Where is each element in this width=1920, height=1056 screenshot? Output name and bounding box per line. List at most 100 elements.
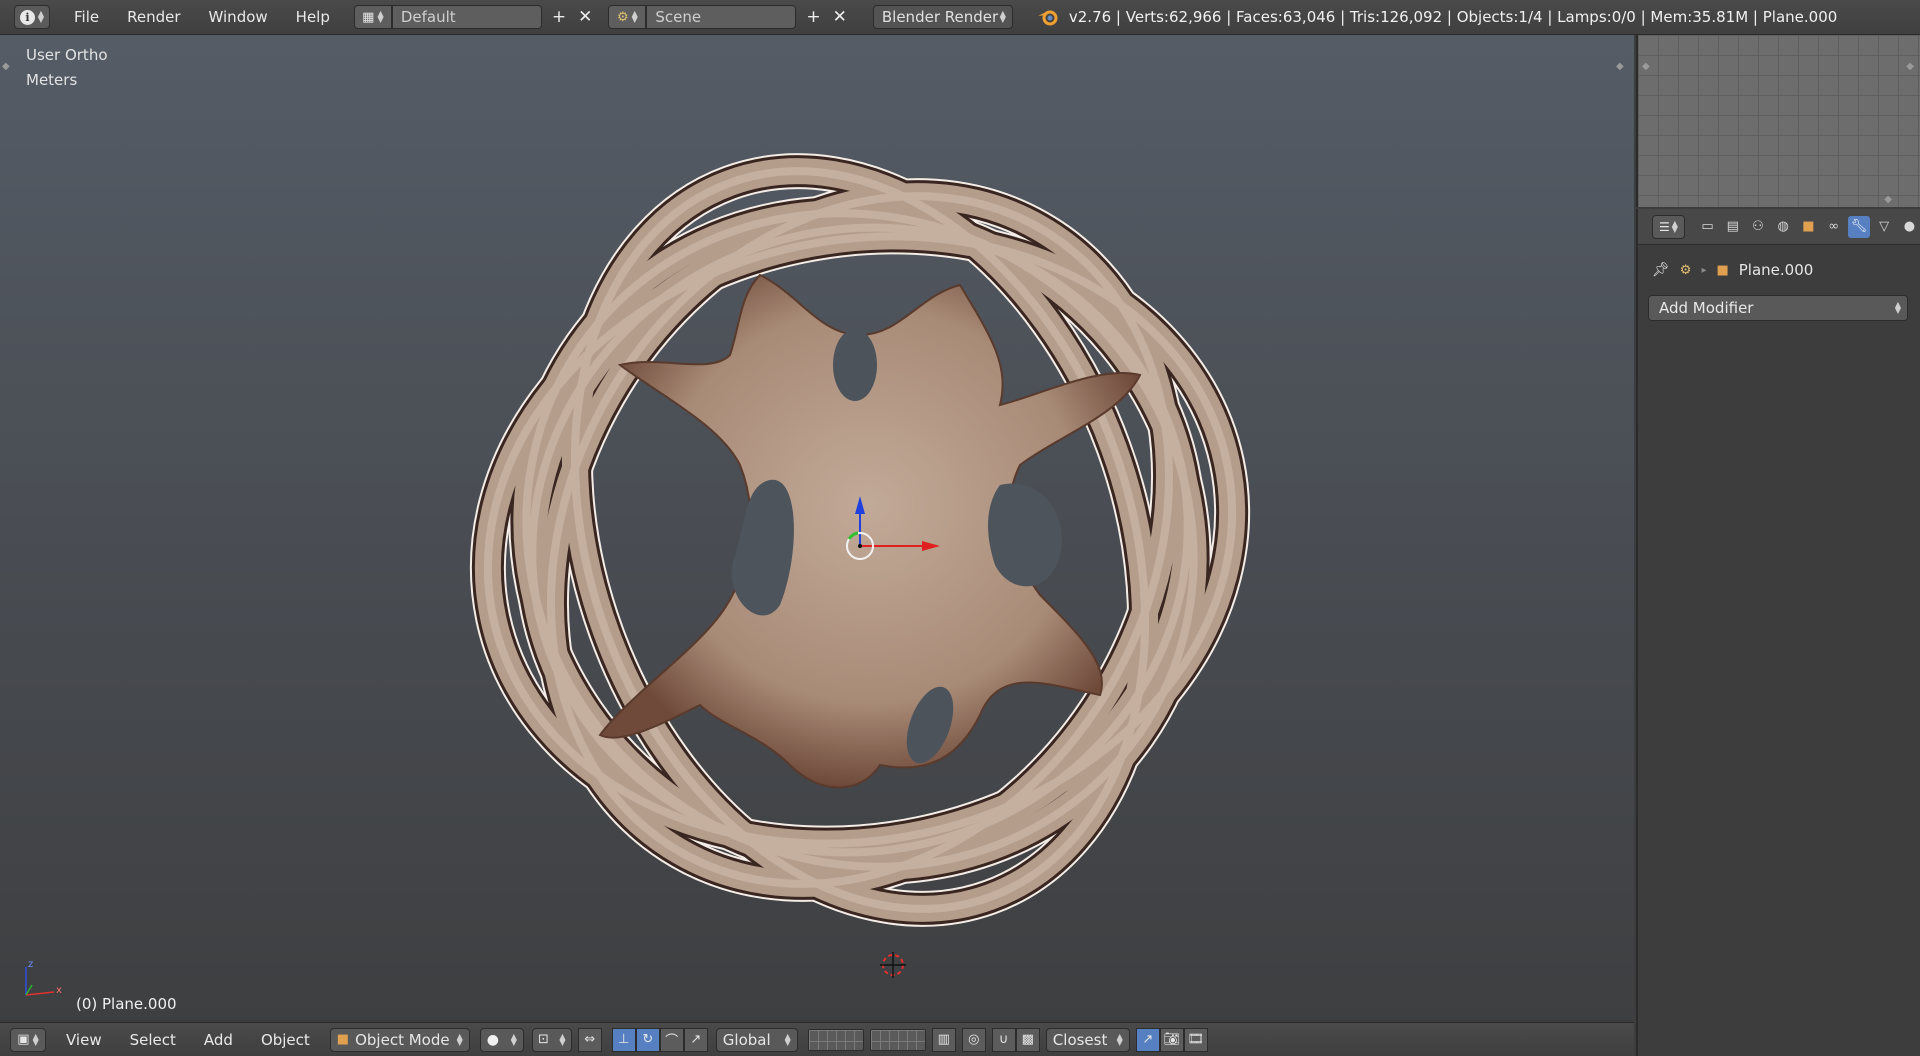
3d-cursor-icon[interactable]	[880, 952, 906, 978]
remove-scene-button[interactable]: ✕	[827, 7, 853, 27]
updown-arrows-icon: ▲ ▼	[377, 9, 384, 24]
render-buttons-group: ↗ 📷︎ 🎞︎	[1135, 1027, 1208, 1052]
active-object-label: (0) Plane.000	[76, 995, 177, 1013]
mode-dropdown[interactable]: ■ Object Mode ▲ ▼	[329, 1027, 470, 1052]
menu-help[interactable]: Help	[282, 8, 344, 26]
info-header: i ▲ ▼ File Render Window Help ▦ ▲ ▼ Defaul…	[0, 0, 1920, 35]
updown-arrows-icon: ▲ ▼	[1671, 218, 1678, 234]
area-split-icon[interactable]: ◆	[1642, 61, 1650, 72]
layers-grid[interactable]	[807, 1028, 864, 1051]
timeline-area[interactable]: ◆ ◆ ◆	[1636, 35, 1920, 207]
solid-shading-icon: ●	[486, 1031, 499, 1048]
properties-icon: ☰	[1658, 219, 1670, 234]
snap-group: ∪ ▩	[991, 1027, 1040, 1052]
object-icon: ■	[1716, 262, 1729, 278]
3d-viewport[interactable]: User Ortho Meters ◆ ◆ z x (0) Plane.000	[0, 35, 1634, 1020]
properties-editor: ☰ ▲ ▼ ▭ ▤ ⚇ ◍ ■ ∞ 🔧︎ ▽ ● 📌︎ ⚙ ▸ ■ Plane.0…	[1636, 209, 1920, 1056]
scene-field[interactable]: Scene	[646, 5, 797, 29]
area-split-icon[interactable]: ◆	[1906, 61, 1914, 72]
pin-icon[interactable]: 📌︎	[1652, 262, 1670, 278]
data-tab-icon[interactable]: ▽	[1874, 216, 1895, 238]
layers-grid[interactable]	[869, 1028, 926, 1051]
editor-type-button[interactable]: i ▲ ▼	[14, 5, 50, 29]
layer-lock-group: ▥	[931, 1027, 956, 1052]
menu-select[interactable]: Select	[116, 1031, 190, 1049]
3d-view-icon: ▣	[17, 1032, 30, 1047]
modifiers-tab-icon[interactable]: 🔧︎	[1848, 215, 1870, 238]
translate-manipulator-icon[interactable]: ⊥	[611, 1027, 636, 1052]
menu-file[interactable]: File	[60, 8, 113, 26]
scene-name: Scene	[655, 8, 702, 26]
area-split-icon[interactable]: ◆	[1884, 194, 1892, 205]
orientation-dropdown[interactable]: Global ▲ ▼	[715, 1027, 798, 1052]
constraints-tab-icon[interactable]: ∞	[1823, 216, 1844, 238]
updown-arrows-icon: ▲ ▼	[1894, 300, 1901, 315]
pivot-point-dropdown[interactable]: ⊡ ▲ ▼	[531, 1027, 572, 1052]
menu-object[interactable]: Object	[247, 1031, 324, 1049]
snap-element-icon[interactable]: ▩	[1015, 1027, 1040, 1052]
updown-arrows-icon: ▲ ▼	[784, 1031, 791, 1047]
scene-tab-icon[interactable]: ⚇	[1747, 216, 1768, 238]
scene-icon: ⚙	[1679, 262, 1692, 278]
render-engine-dropdown[interactable]: Blender Render ▲ ▼	[872, 5, 1013, 29]
editor-type-button[interactable]: ▣ ▲ ▼	[10, 1027, 46, 1052]
manipulator-toggle-icon[interactable]: ⇔	[577, 1027, 602, 1052]
updown-arrows-icon: ▲ ▼	[999, 9, 1006, 24]
opengl-render-icon[interactable]: 📷︎	[1159, 1027, 1184, 1052]
menu-window[interactable]: Window	[195, 8, 282, 26]
layer-lock-icon[interactable]: ▥	[931, 1027, 956, 1052]
screen-layout-field[interactable]: Default	[391, 5, 542, 29]
properties-header: ☰ ▲ ▼ ▭ ▤ ⚇ ◍ ■ ∞ 🔧︎ ▽ ●	[1638, 209, 1920, 245]
add-modifier-label: Add Modifier	[1659, 299, 1754, 317]
material-tab-icon[interactable]: ●	[1899, 216, 1920, 238]
opengl-animation-icon[interactable]: 🎞︎	[1183, 1027, 1208, 1052]
updown-arrows-icon: ▲ ▼	[559, 1031, 566, 1047]
snap-magnet-icon[interactable]: ∪	[991, 1027, 1016, 1052]
blender-logo-icon	[1037, 10, 1058, 26]
menu-view[interactable]: View	[52, 1031, 116, 1049]
screen-layout-selector[interactable]: ▦ ▲ ▼	[353, 5, 392, 29]
updown-arrows-icon: ▲ ▼	[510, 1031, 517, 1047]
manipulator-extra-icon[interactable]: ↗	[683, 1027, 708, 1052]
snap-target-label: Closest	[1052, 1030, 1108, 1049]
info-icon: i	[19, 9, 35, 25]
proportional-edit-group: ◎	[961, 1027, 986, 1052]
mesh-object-plane-000[interactable]	[0, 35, 1634, 1020]
editor-type-button[interactable]: ☰ ▲ ▼	[1652, 214, 1685, 239]
remove-layout-button[interactable]: ✕	[572, 7, 598, 27]
object-mode-icon: ■	[336, 1032, 350, 1047]
rotate-manipulator-icon[interactable]: ↻	[635, 1027, 660, 1052]
scene-stats: v2.76 | Verts:62,966 | Faces:63,046 | Tr…	[1068, 8, 1838, 26]
manipulator-type-group: ⊥ ↻ ⌒ ↗	[611, 1027, 708, 1052]
manipulator-toggle-group: ⇔	[577, 1027, 602, 1052]
object-tab-icon[interactable]: ■	[1798, 216, 1819, 238]
updown-arrows-icon: ▲ ▼	[32, 1031, 39, 1047]
menu-render[interactable]: Render	[113, 8, 194, 26]
proportional-edit-icon[interactable]: ◎	[961, 1027, 986, 1052]
updown-arrows-icon: ▲ ▼	[37, 9, 45, 24]
layout-icon: ▦	[362, 9, 375, 25]
scene-selector[interactable]: ⚙ ▲ ▼	[608, 5, 647, 29]
menu-add[interactable]: Add	[190, 1031, 247, 1049]
add-scene-button[interactable]: +	[800, 7, 826, 27]
updown-arrows-icon: ▲ ▼	[456, 1031, 463, 1047]
scale-manipulator-icon[interactable]: ⌒	[659, 1027, 684, 1052]
snap-target-dropdown[interactable]: Closest ▲ ▼	[1045, 1027, 1130, 1052]
breadcrumb: 📌︎ ⚙ ▸ ■ Plane.000	[1638, 253, 1920, 287]
screen-layout-name: Default	[400, 8, 456, 26]
orientation-label: Global	[722, 1030, 771, 1049]
breadcrumb-separator-icon: ▸	[1701, 264, 1707, 276]
breadcrumb-object: Plane.000	[1738, 261, 1814, 279]
world-tab-icon[interactable]: ◍	[1773, 216, 1794, 238]
mode-label: Object Mode	[355, 1030, 450, 1049]
add-layout-button[interactable]: +	[546, 7, 572, 27]
snap-align-icon[interactable]: ↗	[1135, 1027, 1160, 1052]
viewport-shading-dropdown[interactable]: ● ▲ ▼	[479, 1027, 524, 1052]
render-tab-icon[interactable]: ▭	[1697, 216, 1718, 238]
updown-arrows-icon: ▲ ▼	[631, 9, 638, 24]
render-engine-label: Blender Render	[881, 8, 999, 26]
3d-view-header: ▣ ▲ ▼ View Select Add Object ■ Object Mod…	[0, 1022, 1634, 1056]
add-modifier-dropdown[interactable]: Add Modifier ▲ ▼	[1648, 295, 1908, 321]
updown-arrows-icon: ▲ ▼	[1116, 1031, 1123, 1047]
render-layers-tab-icon[interactable]: ▤	[1722, 216, 1743, 238]
